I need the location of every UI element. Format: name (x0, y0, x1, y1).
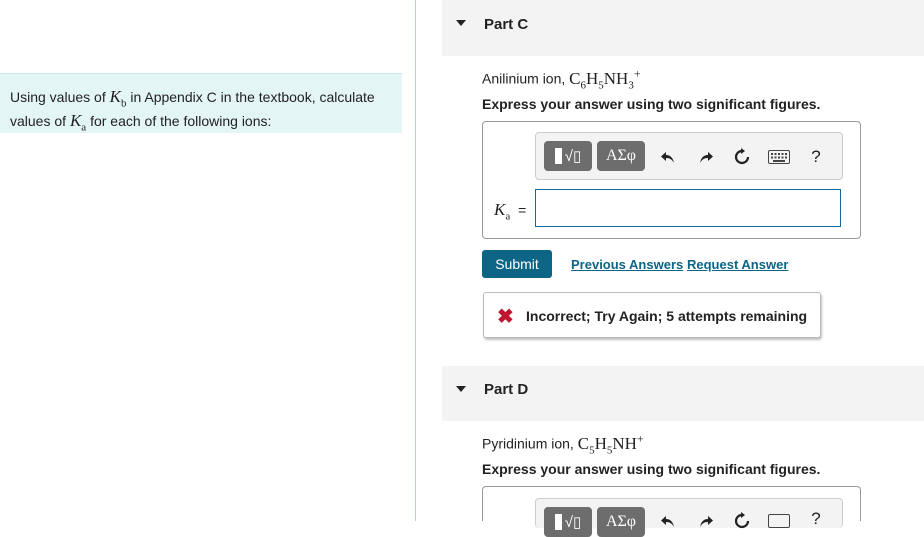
intro-prefix: Using values of (10, 89, 106, 105)
greek-symbols-button[interactable]: ΑΣφ (597, 507, 645, 537)
submit-button[interactable]: Submit (482, 250, 552, 278)
ion-formula: C6H5NH3+ (569, 66, 641, 92)
undo-icon[interactable] (656, 509, 680, 533)
part-c-instruction: Express your answer using two significan… (482, 96, 821, 112)
incorrect-x-icon: ✖ (497, 306, 514, 328)
feedback-text: Incorrect; Try Again; 5 attempts remaini… (526, 308, 808, 324)
ka-symbol: Ka (69, 111, 87, 134)
part-d-header[interactable]: Part D (442, 366, 924, 421)
ka-answer-input[interactable] (535, 189, 841, 227)
feedback-message: ✖ Incorrect; Try Again; 5 attempts remai… (483, 292, 821, 338)
ion-label: Anilinium ion, (482, 70, 566, 87)
templates-button[interactable]: √▯ (544, 141, 592, 171)
kb-symbol: Kb (109, 87, 127, 110)
part-c-question: Anilinium ion, C6H5NH3+ (482, 66, 641, 91)
answer-box: √▯ ΑΣφ ? Ka = (482, 121, 861, 239)
keyboard-icon[interactable] (766, 509, 792, 533)
ion-formula: C5H5NH+ (577, 431, 644, 457)
collapse-caret-icon[interactable] (456, 386, 466, 392)
problem-intro: Using values of Kb in Appendix C in the … (0, 73, 402, 134)
answer-label: Ka = (494, 200, 527, 223)
part-d-instruction: Express your answer using two significan… (482, 461, 821, 477)
ion-label: Pyridinium ion, (482, 435, 574, 452)
undo-icon[interactable] (656, 145, 680, 169)
redo-icon[interactable] (694, 509, 718, 533)
answer-box-part-d: √▯ ΑΣφ ? (482, 486, 861, 537)
reset-icon[interactable] (730, 145, 754, 169)
math-toolbar: √▯ ΑΣφ ? (535, 498, 843, 537)
request-answer-link[interactable]: Request Answer (687, 257, 788, 272)
help-button[interactable]: ? (804, 507, 828, 531)
collapse-caret-icon[interactable] (456, 20, 466, 26)
keyboard-icon[interactable] (766, 145, 792, 169)
part-d-title: Part D (484, 381, 529, 398)
part-c-header[interactable]: Part C (442, 0, 924, 56)
help-button[interactable]: ? (804, 145, 828, 169)
previous-answers-link[interactable]: Previous Answers (571, 257, 683, 272)
part-c-title: Part C (484, 16, 529, 33)
redo-icon[interactable] (694, 145, 718, 169)
math-toolbar: √▯ ΑΣφ ? (535, 132, 843, 180)
templates-button[interactable]: √▯ (544, 507, 592, 537)
greek-symbols-button[interactable]: ΑΣφ (597, 141, 645, 171)
panel-divider (415, 0, 416, 521)
reset-icon[interactable] (730, 509, 754, 533)
intro-suffix: for each of the following ions: (90, 113, 272, 130)
part-d-question: Pyridinium ion, C5H5NH+ (482, 431, 644, 456)
